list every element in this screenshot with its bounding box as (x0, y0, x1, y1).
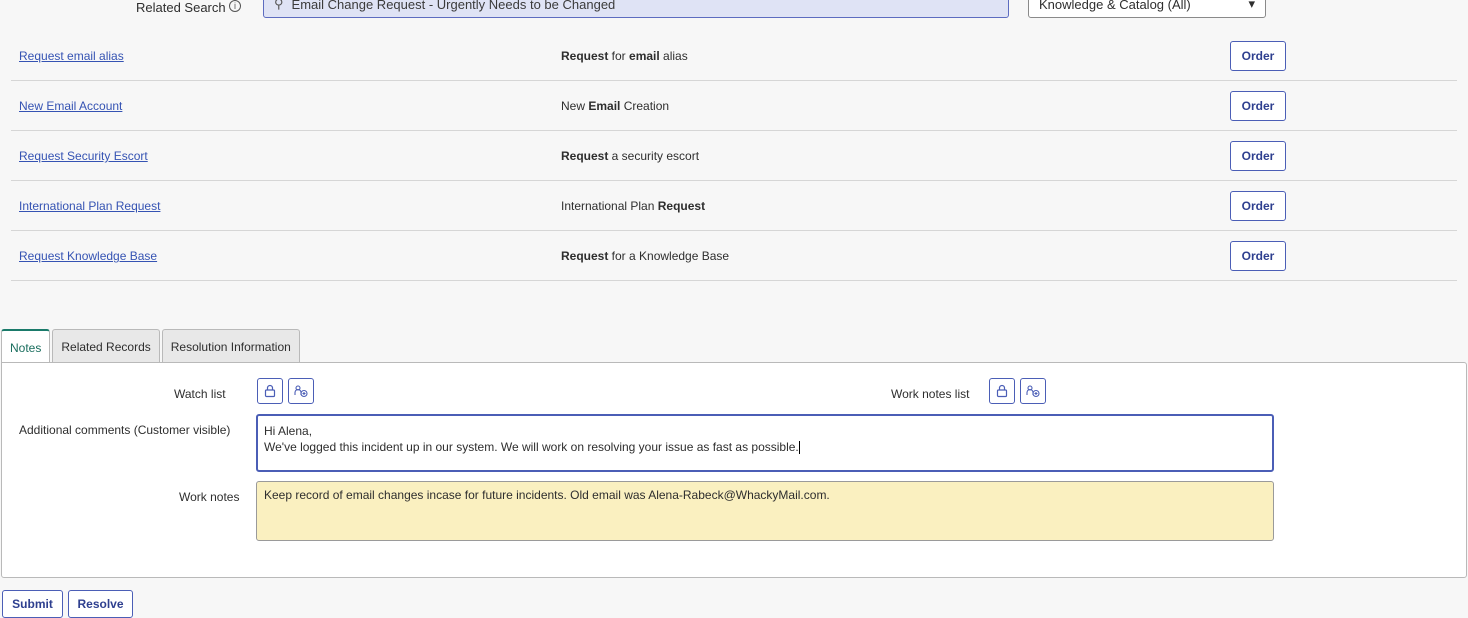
related-search-row: Related Search i ⚲ Email Change Request … (0, 0, 1468, 20)
result-description-part: alias (659, 49, 688, 63)
order-button[interactable]: Order (1230, 241, 1286, 271)
form-tabs: Notes Related Records Resolution Informati… (1, 329, 302, 364)
result-description: Request a security escort (561, 149, 699, 163)
additional-comments-textarea[interactable]: Hi Alena, We've logged this incident up … (256, 414, 1274, 472)
order-button[interactable]: Order (1230, 141, 1286, 171)
tab-resolution-information[interactable]: Resolution Information (161, 329, 300, 363)
add-user-icon (294, 385, 308, 398)
result-description: Request for email alias (561, 49, 688, 63)
result-link[interactable]: Request Knowledge Base (19, 249, 157, 263)
order-button[interactable]: Order (1230, 91, 1286, 121)
tab-notes[interactable]: Notes (1, 329, 51, 364)
result-link[interactable]: New Email Account (19, 99, 122, 113)
work-notes-list-label: Work notes list (891, 387, 970, 401)
result-description-part: email (629, 49, 660, 63)
work-notes-value: Keep record of email changes incase for … (264, 488, 830, 502)
comment-line-2: We've logged this incident up in our sys… (264, 440, 799, 454)
result-description-part: International Plan (561, 199, 658, 213)
result-description: New Email Creation (561, 99, 669, 113)
chevron-down-icon: ▾ (1248, 0, 1255, 11)
related-search-label: Related Search (136, 0, 226, 15)
result-row: Request Knowledge Base Request for a Know… (11, 231, 1457, 281)
lock-icon (996, 384, 1008, 398)
related-search-input[interactable]: ⚲ Email Change Request - Urgently Needs … (263, 0, 1009, 18)
result-description-part: Request (561, 49, 609, 63)
search-icon: ⚲ (274, 0, 284, 11)
search-results-list: Request email alias Request for email ali… (11, 31, 1457, 281)
result-description-part: for (608, 49, 630, 63)
order-button[interactable]: Order (1230, 191, 1286, 221)
result-row: International Plan Request International … (11, 181, 1457, 231)
result-link[interactable]: Request email alias (19, 49, 124, 63)
additional-comments-label: Additional comments (Customer visible) (19, 423, 231, 437)
work-notes-textarea[interactable]: Keep record of email changes incase for … (256, 481, 1274, 541)
search-scope-select[interactable]: Knowledge & Catalog (All) ▾ (1028, 0, 1266, 18)
result-description: International Plan Request (561, 199, 705, 213)
work-notes-label: Work notes (179, 490, 240, 504)
result-description-part: Request (561, 249, 609, 263)
watch-list-label: Watch list (174, 387, 226, 401)
tab-related-records[interactable]: Related Records (52, 329, 160, 363)
search-scope-value: Knowledge & Catalog (All) (1039, 0, 1191, 12)
lock-icon (264, 384, 276, 398)
notes-panel: Watch list Work notes list Additional co… (1, 362, 1467, 578)
result-row: Request Security Escort Request a securit… (11, 131, 1457, 181)
related-search-query: Email Change Request - Urgently Needs to… (291, 0, 616, 12)
resolve-button[interactable]: Resolve (68, 590, 133, 618)
result-description-part: Email (588, 99, 621, 113)
result-row: Request email alias Request for email ali… (11, 31, 1457, 81)
result-link[interactable]: International Plan Request (19, 199, 160, 213)
result-link[interactable]: Request Security Escort (19, 149, 148, 163)
watch-list-lock-button[interactable] (257, 378, 283, 404)
comment-line-1: Hi Alena, (264, 424, 313, 438)
order-button[interactable]: Order (1230, 41, 1286, 71)
result-description: Request for a Knowledge Base (561, 249, 729, 263)
result-description-part: Request (657, 199, 706, 213)
work-notes-list-lock-button[interactable] (989, 378, 1015, 404)
add-user-icon (1026, 385, 1040, 398)
work-notes-list-add-me-button[interactable] (1020, 378, 1046, 404)
result-description-part: a security escort (608, 149, 700, 163)
result-description-part: Request (561, 149, 609, 163)
result-description-part: New (561, 99, 589, 113)
result-description-part: Creation (620, 99, 670, 113)
watch-list-add-me-button[interactable] (288, 378, 314, 404)
result-description-part: for a Knowledge Base (608, 249, 730, 263)
info-icon[interactable]: i (229, 0, 241, 12)
submit-button[interactable]: Submit (2, 590, 63, 618)
text-cursor (798, 441, 800, 455)
result-row: New Email Account New Email Creation Order (11, 81, 1457, 131)
